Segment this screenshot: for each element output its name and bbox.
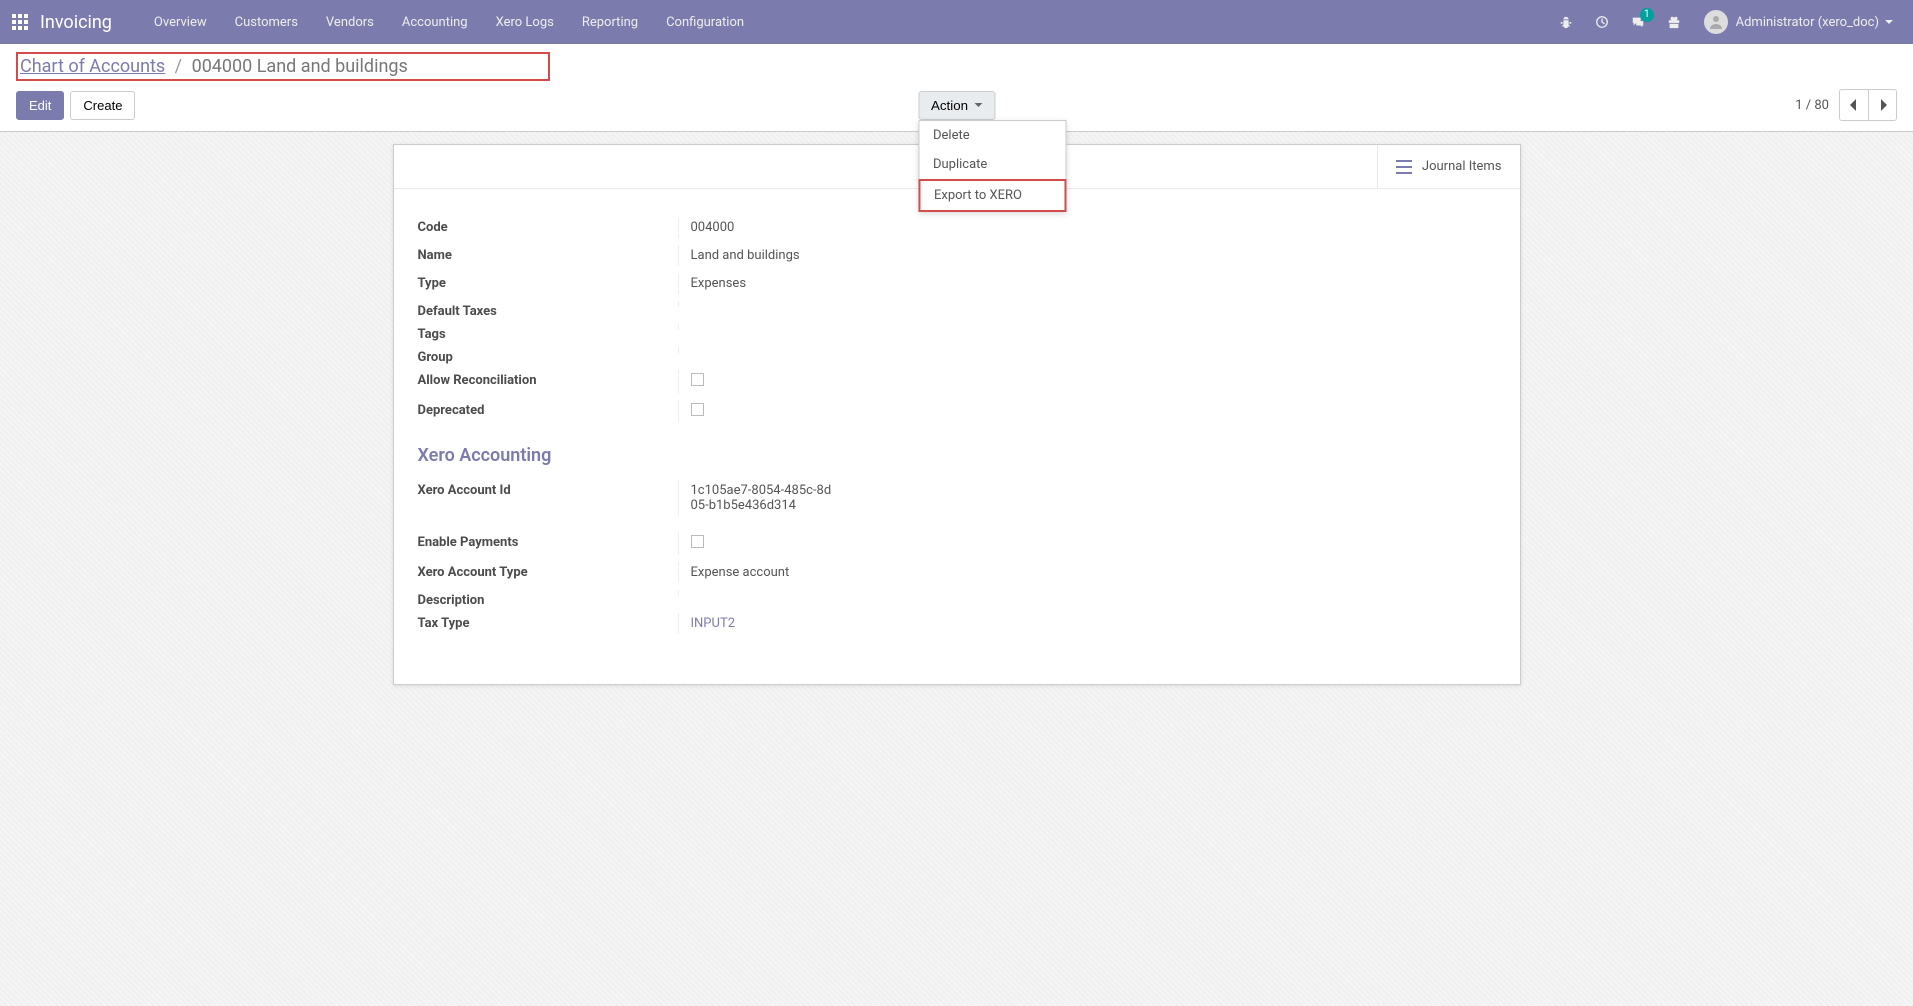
- breadcrumb-row: Chart of Accounts / 004000 Land and buil…: [16, 44, 1897, 81]
- value-tags: [678, 324, 957, 330]
- value-name: Land and buildings: [678, 245, 957, 266]
- conversations-icon[interactable]: 1: [1620, 0, 1656, 44]
- breadcrumb-current: 004000 Land and buildings: [192, 56, 408, 77]
- label-code: Code: [418, 217, 678, 238]
- user-menu[interactable]: Administrator (xero_doc): [1692, 0, 1905, 44]
- nav-right: 1 Administrator (xero_doc): [1548, 0, 1905, 44]
- pager-next[interactable]: [1868, 90, 1896, 120]
- label-type: Type: [418, 273, 678, 294]
- action-duplicate[interactable]: Duplicate: [919, 150, 1065, 179]
- content: Journal Items Code 004000 Name Land and …: [0, 132, 1913, 725]
- label-name: Name: [418, 245, 678, 266]
- create-button[interactable]: Create: [70, 91, 135, 120]
- nav-configuration[interactable]: Configuration: [652, 0, 758, 44]
- journal-items-button[interactable]: Journal Items: [1377, 145, 1520, 188]
- pager[interactable]: 1 / 80: [1795, 98, 1829, 113]
- clock-icon[interactable]: [1584, 0, 1620, 44]
- label-xero-account-id: Xero Account Id: [418, 480, 678, 501]
- action-dropdown: Delete Duplicate Export to XERO: [918, 120, 1066, 212]
- nav-accounting[interactable]: Accounting: [388, 0, 482, 44]
- value-code: 004000: [678, 217, 957, 238]
- pager-prev[interactable]: [1840, 90, 1868, 120]
- checkbox-allow-rec: [691, 373, 704, 386]
- label-description: Description: [418, 590, 678, 611]
- action-label: Action: [931, 98, 968, 113]
- user-name: Administrator (xero_doc): [1736, 15, 1879, 30]
- apps-icon[interactable]: [12, 14, 28, 30]
- label-default-taxes: Default Taxes: [418, 301, 678, 322]
- nav-vendors[interactable]: Vendors: [312, 0, 388, 44]
- gift-icon[interactable]: [1656, 0, 1692, 44]
- action-export-xero[interactable]: Export to XERO: [918, 179, 1066, 212]
- value-group: [678, 347, 957, 353]
- breadcrumb-parent[interactable]: Chart of Accounts: [20, 56, 165, 77]
- label-enable-payments: Enable Payments: [418, 532, 678, 553]
- nav-customers[interactable]: Customers: [221, 0, 312, 44]
- breadcrumb-highlight: Chart of Accounts / 004000 Land and buil…: [16, 52, 550, 81]
- label-tags: Tags: [418, 324, 678, 345]
- avatar: [1704, 10, 1728, 34]
- xero-section-title: Xero Accounting: [418, 445, 1496, 466]
- journal-items-label: Journal Items: [1422, 159, 1502, 174]
- breadcrumb: Chart of Accounts / 004000 Land and buil…: [20, 56, 408, 77]
- chevron-down-icon: [1885, 20, 1893, 24]
- breadcrumb-sep: /: [175, 56, 182, 77]
- control-buttons: Edit Create Action Delete Duplicate Expo…: [16, 81, 1897, 131]
- action-delete[interactable]: Delete: [919, 121, 1065, 150]
- list-icon: [1396, 160, 1412, 174]
- nav-menu: Overview Customers Vendors Accounting Xe…: [140, 0, 1548, 44]
- nav-overview[interactable]: Overview: [140, 0, 221, 44]
- value-xero-account-id: 1c105ae7-8054-485c-8d05-b1b5e436d314: [678, 480, 848, 516]
- pager-total: 80: [1814, 98, 1829, 113]
- checkbox-enable-payments: [691, 535, 704, 548]
- label-tax-type: Tax Type: [418, 613, 678, 634]
- label-allow-rec: Allow Reconciliation: [418, 370, 678, 391]
- value-default-taxes: [678, 301, 957, 307]
- control-panel: Chart of Accounts / 004000 Land and buil…: [0, 44, 1913, 132]
- value-xero-account-type: Expense account: [678, 562, 957, 583]
- value-description: [678, 590, 957, 596]
- action-button[interactable]: Action: [918, 91, 995, 120]
- value-tax-type[interactable]: INPUT2: [691, 616, 736, 631]
- app-title[interactable]: Invoicing: [40, 12, 112, 33]
- edit-button[interactable]: Edit: [16, 91, 64, 120]
- nav-reporting[interactable]: Reporting: [568, 0, 652, 44]
- top-nav: Invoicing Overview Customers Vendors Acc…: [0, 0, 1913, 44]
- label-group: Group: [418, 347, 678, 368]
- pager-nav: [1839, 89, 1897, 121]
- label-xero-account-type: Xero Account Type: [418, 562, 678, 583]
- chevron-down-icon: [974, 103, 982, 107]
- nav-xero-logs[interactable]: Xero Logs: [482, 0, 568, 44]
- bug-icon[interactable]: [1548, 0, 1584, 44]
- label-deprecated: Deprecated: [418, 400, 678, 421]
- value-type: Expenses: [678, 273, 957, 294]
- form-sheet: Journal Items Code 004000 Name Land and …: [393, 144, 1521, 685]
- sheet-body: Code 004000 Name Land and buildings Type…: [394, 189, 1520, 684]
- checkbox-deprecated: [691, 403, 704, 416]
- pager-current: 1: [1795, 98, 1802, 113]
- conversations-badge: 1: [1640, 8, 1654, 22]
